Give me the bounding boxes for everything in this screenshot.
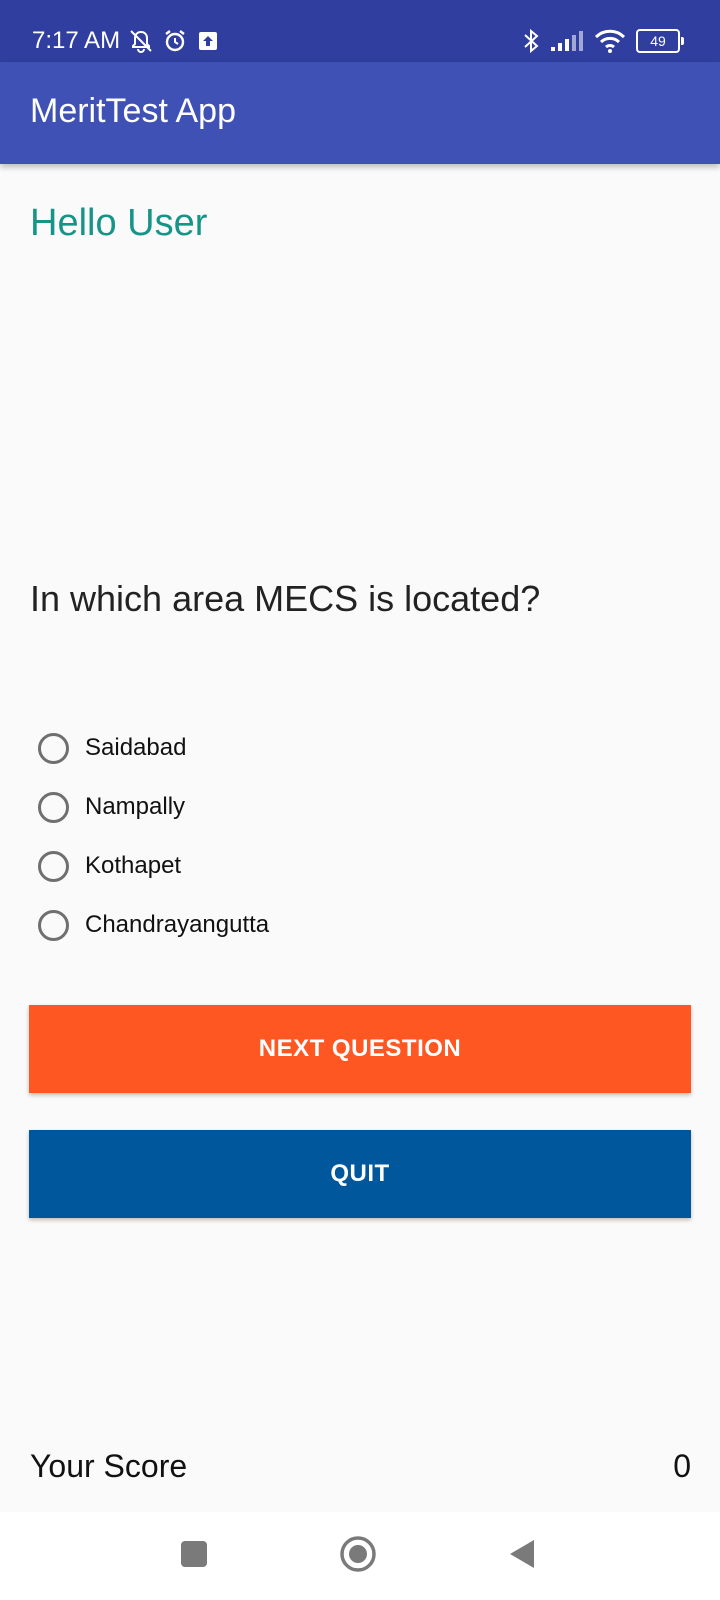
option-chandrayangutta[interactable]: Chandrayangutta xyxy=(38,905,269,945)
score-label: Your Score xyxy=(30,1448,188,1484)
option-label: Kothapet xyxy=(85,852,182,879)
radio-button[interactable] xyxy=(38,850,69,882)
mute-notification-icon xyxy=(128,28,154,54)
option-nampally[interactable]: Nampally xyxy=(38,787,269,827)
radio-button[interactable] xyxy=(38,909,69,941)
wifi-icon xyxy=(594,28,626,54)
question-text: In which area MECS is located? xyxy=(30,578,541,619)
radio-button[interactable] xyxy=(38,732,69,764)
score-value: 0 xyxy=(673,1448,691,1484)
option-label: Nampally xyxy=(85,793,186,820)
navigation-bar xyxy=(0,1512,720,1600)
option-label: Saidabad xyxy=(85,734,187,761)
answer-options: Saidabad Nampally Kothapet Chandrayangut… xyxy=(38,728,269,964)
home-icon xyxy=(339,1535,377,1578)
alarm-icon xyxy=(162,28,188,54)
status-bar: 7:17 AM 49 xyxy=(0,0,720,62)
option-kothapet[interactable]: Kothapet xyxy=(38,846,269,886)
app-title: MeritTest App xyxy=(30,92,236,130)
recents-icon xyxy=(180,1540,208,1573)
option-saidabad[interactable]: Saidabad xyxy=(38,728,269,768)
battery-level: 49 xyxy=(636,29,684,53)
bluetooth-icon xyxy=(522,27,540,55)
option-label: Chandrayangutta xyxy=(85,911,270,938)
greeting-text: Hello User xyxy=(30,202,208,244)
status-left-icons xyxy=(128,26,228,56)
battery-icon: 49 xyxy=(636,29,684,53)
next-question-button[interactable]: NEXT QUESTION xyxy=(29,1005,691,1093)
status-right-icons: 49 xyxy=(512,24,684,58)
signal-icon xyxy=(550,30,584,52)
upload-icon xyxy=(196,29,220,53)
back-icon xyxy=(507,1538,537,1575)
home-button[interactable] xyxy=(332,1530,384,1582)
back-button[interactable] xyxy=(496,1530,548,1582)
radio-button[interactable] xyxy=(38,791,69,823)
recents-button[interactable] xyxy=(168,1530,220,1582)
app-bar: MeritTest App xyxy=(0,62,720,164)
status-time: 7:17 AM xyxy=(32,27,121,54)
quit-button[interactable]: QUIT xyxy=(29,1130,691,1218)
